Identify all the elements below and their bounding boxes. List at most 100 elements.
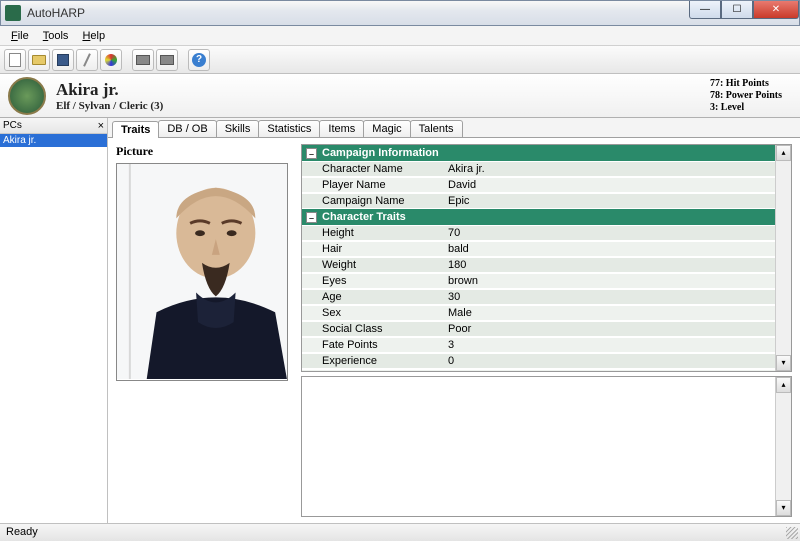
tab-items[interactable]: Items: [319, 120, 364, 137]
status-bar: Ready: [0, 523, 800, 541]
print-button[interactable]: [132, 49, 154, 71]
group-title: Character Traits: [322, 211, 406, 223]
property-value[interactable]: 3: [442, 338, 775, 352]
property-row[interactable]: Development Points1: [302, 369, 775, 372]
scroll-up-icon[interactable]: ▴: [776, 377, 791, 393]
open-button[interactable]: [28, 49, 50, 71]
character-name: Akira jr.: [56, 80, 163, 100]
property-key: Hair: [302, 242, 442, 256]
window-controls: — ☐ ✕: [689, 1, 799, 19]
pcs-sidebar: PCs × Akira jr.: [0, 118, 108, 523]
property-value[interactable]: Poor: [442, 322, 775, 336]
portrait-image: [117, 164, 287, 379]
property-row[interactable]: Social ClassPoor: [302, 321, 775, 337]
property-row[interactable]: Campaign NameEpic: [302, 193, 775, 209]
property-value[interactable]: 0: [442, 354, 775, 368]
collapse-icon[interactable]: –: [306, 148, 317, 159]
app-icon: [5, 5, 21, 21]
property-key: Player Name: [302, 178, 442, 192]
character-portrait[interactable]: [116, 163, 288, 381]
property-row[interactable]: SexMale: [302, 305, 775, 321]
property-value[interactable]: 30: [442, 290, 775, 304]
scroll-down-icon[interactable]: ▾: [776, 500, 791, 516]
property-key: Age: [302, 290, 442, 304]
wand-button[interactable]: [76, 49, 98, 71]
property-row[interactable]: Hairbald: [302, 241, 775, 257]
menu-file[interactable]: File: [4, 28, 36, 44]
tab-statistics[interactable]: Statistics: [258, 120, 320, 137]
print-preview-button[interactable]: [156, 49, 178, 71]
property-row[interactable]: Fate Points3: [302, 337, 775, 353]
property-row[interactable]: Weight180: [302, 257, 775, 273]
property-value[interactable]: Akira jr.: [442, 162, 775, 176]
property-key: Development Points: [302, 370, 442, 372]
property-value[interactable]: 180: [442, 258, 775, 272]
properties-column: –Campaign InformationCharacter NameAkira…: [301, 144, 792, 517]
property-row[interactable]: Experience0: [302, 353, 775, 369]
scroll-up-icon[interactable]: ▴: [776, 145, 791, 161]
status-text: Ready: [6, 526, 38, 538]
new-button[interactable]: [4, 49, 26, 71]
menu-help[interactable]: Help: [75, 28, 112, 44]
help-button[interactable]: ?: [188, 49, 210, 71]
property-group-header[interactable]: –Campaign Information: [302, 145, 775, 161]
main-area: PCs × Akira jr. Traits DB / OB Skills St…: [0, 118, 800, 523]
pc-list-item[interactable]: Akira jr.: [0, 134, 107, 147]
description-textbox[interactable]: ▴ ▾: [301, 376, 792, 517]
open-icon: [32, 55, 46, 65]
grid-scrollbar[interactable]: ▴ ▾: [775, 145, 791, 371]
stat-level: 3: Level: [710, 102, 782, 114]
property-key: Weight: [302, 258, 442, 272]
new-icon: [9, 53, 21, 67]
menu-tools[interactable]: Tools: [36, 28, 76, 44]
minimize-button[interactable]: —: [689, 1, 721, 19]
property-value[interactable]: bald: [442, 242, 775, 256]
property-value[interactable]: Epic: [442, 194, 775, 208]
property-key: Character Name: [302, 162, 442, 176]
tab-magic[interactable]: Magic: [363, 120, 410, 137]
property-row[interactable]: Height70: [302, 225, 775, 241]
tab-skills[interactable]: Skills: [216, 120, 260, 137]
property-value[interactable]: David: [442, 178, 775, 192]
menu-bar: File Tools Help: [0, 26, 800, 46]
property-key: Height: [302, 226, 442, 240]
scroll-down-icon[interactable]: ▾: [776, 355, 791, 371]
save-button[interactable]: [52, 49, 74, 71]
collapse-icon[interactable]: –: [306, 212, 317, 223]
window-titlebar: AutoHARP — ☐ ✕: [0, 0, 800, 26]
property-key: Social Class: [302, 322, 442, 336]
sidebar-close-icon[interactable]: ×: [98, 120, 104, 132]
property-value[interactable]: brown: [442, 274, 775, 288]
desc-scrollbar[interactable]: ▴ ▾: [775, 377, 791, 516]
close-button[interactable]: ✕: [753, 1, 799, 19]
character-title-block: Akira jr. Elf / Sylvan / Cleric (3): [56, 80, 163, 112]
sidebar-title: PCs: [3, 120, 22, 131]
property-key: Fate Points: [302, 338, 442, 352]
tab-talents[interactable]: Talents: [410, 120, 463, 137]
property-key: Sex: [302, 306, 442, 320]
property-value[interactable]: Male: [442, 306, 775, 320]
print-icon: [160, 55, 174, 65]
property-row[interactable]: Player NameDavid: [302, 177, 775, 193]
stat-pp: 78: Power Points: [710, 90, 782, 102]
character-subtitle: Elf / Sylvan / Cleric (3): [56, 100, 163, 112]
property-row[interactable]: Eyesbrown: [302, 273, 775, 289]
tab-body-traits: Picture: [108, 138, 800, 523]
property-group-header[interactable]: –Character Traits: [302, 209, 775, 225]
property-grid: –Campaign InformationCharacter NameAkira…: [301, 144, 792, 372]
property-row[interactable]: Character NameAkira jr.: [302, 161, 775, 177]
property-key: Eyes: [302, 274, 442, 288]
resize-grip[interactable]: [786, 527, 798, 539]
toolbar: ?: [0, 46, 800, 74]
property-row[interactable]: Age30: [302, 289, 775, 305]
property-value[interactable]: 70: [442, 226, 775, 240]
tab-db-ob[interactable]: DB / OB: [158, 120, 216, 137]
wand-icon: [83, 53, 91, 67]
content-area: Traits DB / OB Skills Statistics Items M…: [108, 118, 800, 523]
tab-traits[interactable]: Traits: [112, 121, 159, 138]
roll-button[interactable]: [100, 49, 122, 71]
property-value[interactable]: 1: [442, 370, 775, 372]
group-title: Campaign Information: [322, 147, 439, 159]
help-icon: ?: [192, 53, 206, 67]
maximize-button[interactable]: ☐: [721, 1, 753, 19]
